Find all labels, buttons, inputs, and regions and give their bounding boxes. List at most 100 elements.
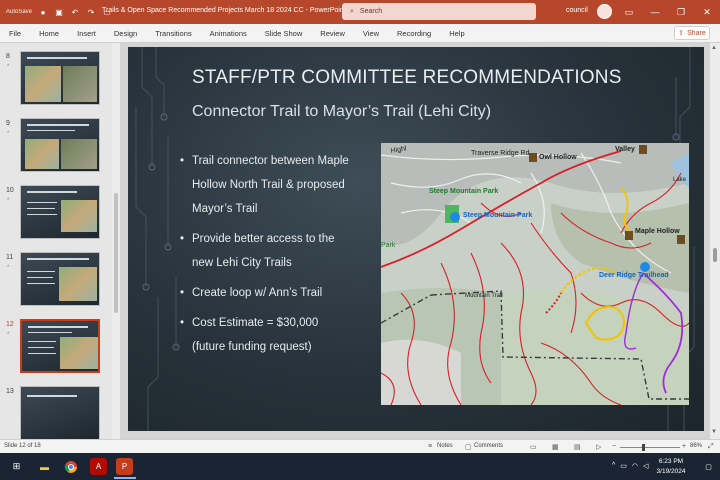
slide-star: * [7,265,10,271]
file-explorer-icon[interactable]: ▬ [36,458,53,475]
map-label-lake: Lake [673,177,687,183]
tray-app-icon[interactable]: ▭ [620,462,627,470]
normal-view-icon[interactable]: ▭ [530,443,537,451]
bullet-line: Create loop w/ Ann’s Trail [192,287,323,299]
notification-icon[interactable]: ▢ [700,458,717,475]
tab-home[interactable]: Home [30,29,68,38]
tab-insert[interactable]: Insert [68,29,105,38]
taskbar-clock[interactable]: 6:23 PM 3/19/2024 [648,457,694,477]
slide-number: 8 [6,53,10,60]
map-label-maple-hollow: Maple Hollow [635,228,680,235]
zoom-slider[interactable] [620,447,680,448]
tab-slide-show[interactable]: Slide Show [256,29,312,38]
undo-icon[interactable]: ↶ [70,7,80,17]
slide-preview [20,252,100,306]
bullet-item: Provide better access to the new Lehi Ci… [180,227,370,275]
quick-access-toolbar: AutoSave ● ▣ ↶ ↷ ▭ [0,7,112,17]
map-label-owl-hollow: Owl Hollow [539,154,577,161]
fit-slide-icon[interactable]: ⤢ [708,443,714,451]
slide-preview [20,118,100,172]
slide-sorter-icon[interactable]: ▦ [552,443,559,451]
scroll-thumb[interactable] [713,248,717,262]
slide-thumbnail-8[interactable]: 8 * [0,47,112,113]
close-icon[interactable]: ✕ [694,0,720,24]
slide-preview [20,386,100,439]
bullet-item: Create loop w/ Ann’s Trail [180,281,370,305]
avatar[interactable] [597,4,612,19]
slide-preview-selected [20,319,100,373]
autosave-toggle-icon[interactable]: ● [38,7,48,17]
tab-file[interactable]: File [0,29,30,38]
map-label-valley: Valley [615,146,635,153]
autosave-label: AutoSave [6,9,33,15]
bullet-item: Cost Estimate = $30,000 (future funding … [180,311,370,359]
comments-icon: ▢ [465,444,472,451]
chrome-icon[interactable] [62,458,79,475]
bullet-line: (future funding request) [192,341,312,353]
bullet-line: new Lehi City Trails [192,257,292,269]
ribbon-tabs: File Home Insert Design Transitions Anim… [0,24,720,43]
slide-subtitle: Connector Trail to Mayor’s Trail (Lehi C… [192,103,492,120]
tab-help[interactable]: Help [440,29,473,38]
slide-thumbnail-12[interactable]: 12 * [0,315,112,381]
slide-number: 11 [6,254,14,261]
user-name[interactable]: council [566,7,588,14]
active-app-indicator [114,477,136,479]
tab-animations[interactable]: Animations [201,29,256,38]
slideshow-icon[interactable]: ▷ [596,443,601,451]
slide-counter: Slide 12 of 18 [4,443,41,449]
slide-editing-area: STAFF/PTR COMMITTEE RECOMMENDATIONS Conn… [120,43,710,439]
network-icon[interactable]: ◠ [632,462,638,470]
zoom-in-icon[interactable]: + [682,443,686,450]
slide-thumbnail-10[interactable]: 10 * [0,181,112,247]
reading-view-icon[interactable]: ▤ [574,443,581,451]
notes-button[interactable]: Notes [437,443,453,449]
tab-view[interactable]: View [354,29,388,38]
search-icon: ⌕ [350,7,354,15]
trail-map-drawing: Traverse Ridge Rd Highl Owl Hollow Valle… [381,143,689,405]
minimize-icon[interactable]: — [642,0,668,24]
zoom-out-icon[interactable]: − [612,443,616,450]
thumbnail-scrollbar[interactable] [112,43,120,439]
map-label-steep-mountain-park: Steep Mountain Park [429,188,498,195]
current-slide[interactable]: STAFF/PTR COMMITTEE RECOMMENDATIONS Conn… [128,47,704,431]
save-icon[interactable]: ▣ [54,7,64,17]
powerpoint-icon[interactable]: P [116,458,133,475]
tab-design[interactable]: Design [105,29,146,38]
slide-preview [20,185,100,239]
slide-thumbnail-11[interactable]: 11 * [0,248,112,314]
bullet-line: Trail connector between Maple [192,155,349,167]
comments-button[interactable]: Comments [474,443,503,449]
acrobat-icon[interactable]: A [90,458,107,475]
bullet-item: Trail connector between Maple Hollow Nor… [180,149,370,221]
scroll-up-icon[interactable]: ▲ [711,45,717,51]
window-controls: ▭ — ❐ ✕ [616,0,720,24]
bullet-line: Hollow North Trail & proposed [192,179,345,191]
share-button[interactable]: ⇪ Share [674,26,710,40]
slide-preview [20,51,100,105]
start-icon[interactable]: ⊞ [8,458,25,475]
slide-thumbnail-13[interactable]: 13 [0,382,112,439]
bullet-line: Cost Estimate = $30,000 [192,317,319,329]
tab-transitions[interactable]: Transitions [146,29,200,38]
search-box[interactable]: ⌕ Search [342,3,536,20]
scroll-down-icon[interactable]: ▼ [711,429,717,435]
trail-map-image[interactable]: Traverse Ridge Rd Highl Owl Hollow Valle… [381,143,689,405]
slide-number: 12 [6,321,14,328]
vertical-scrollbar[interactable]: ▲ ▼ [710,43,720,439]
tab-recording[interactable]: Recording [388,29,440,38]
share-icon: ⇪ [678,30,685,37]
zoom-slider-knob[interactable] [642,444,645,451]
zoom-level[interactable]: 86% [690,443,702,449]
ribbon-display-icon[interactable]: ▭ [616,0,642,24]
redo-icon[interactable]: ↷ [86,7,96,17]
bullet-line: Provide better access to the [192,233,335,245]
tab-review[interactable]: Review [311,29,354,38]
map-label-mountain-trail: Mountain Trail [465,293,503,299]
tray-chevron-icon[interactable]: ^ [612,462,615,470]
slide-thumbnail-9[interactable]: 9 * [0,114,112,180]
notes-icon: ≡ [428,443,433,450]
slide-star: * [7,131,10,137]
maximize-icon[interactable]: ❐ [668,0,694,24]
taskbar: ⊞ ▬ A P ^ ▭ ◠ ◁ 6:23 PM 3/19/2024 ▢ [0,453,720,480]
